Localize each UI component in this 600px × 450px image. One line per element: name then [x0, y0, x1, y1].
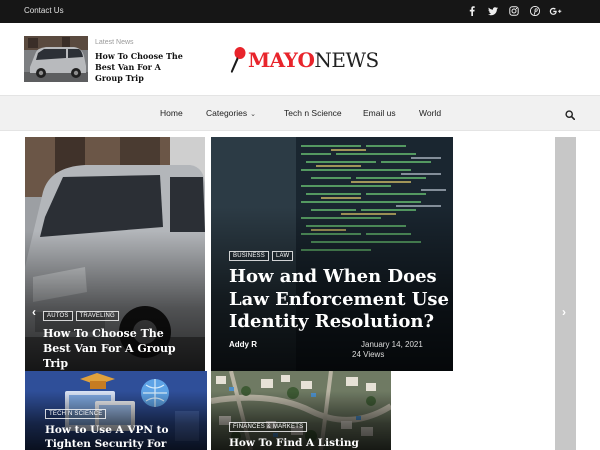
card-tags: BUSINESS LAW — [229, 251, 294, 261]
latest-news-headline[interactable]: How To Choose The Best Van For A Group T… — [95, 51, 190, 84]
nav-item-world[interactable]: World — [419, 108, 441, 118]
slider-prev-arrow[interactable]: ‹ — [32, 305, 36, 319]
site-logo[interactable]: MAYO NEWS — [228, 45, 379, 75]
tag-traveling[interactable]: TRAVELING — [75, 311, 119, 321]
tag-finances-and-markets[interactable]: FINANCES & MARKETS — [229, 422, 308, 432]
nav-item-home[interactable]: Home — [160, 108, 183, 118]
site-header: Latest News How To Choose The Best Van F… — [0, 23, 600, 95]
nav-item-email-us[interactable]: Email us — [363, 108, 396, 118]
contact-us-link[interactable]: Contact Us — [24, 6, 64, 15]
search-icon[interactable] — [565, 107, 576, 125]
latest-news-label: Latest News — [95, 39, 134, 46]
pinterest-icon[interactable] — [524, 4, 545, 18]
latest-news-thumbnail[interactable] — [24, 36, 88, 82]
nav-item-categories[interactable]: Categories ⌄ — [206, 108, 256, 118]
featured-card-listing[interactable]: FINANCES & MARKETS How To Find A Listing — [211, 371, 391, 450]
card-date: January 14, 2021 — [361, 340, 423, 349]
tag-autos[interactable]: AUTOS — [43, 311, 73, 321]
card-title[interactable]: How To Choose The Best Van For A Group T… — [43, 326, 193, 371]
google-plus-icon[interactable] — [545, 4, 566, 18]
microphone-icon — [230, 47, 246, 73]
card-title[interactable]: How To Find A Listing — [229, 437, 379, 450]
card-title[interactable]: How and When Does Law Enforcement Use Id… — [229, 266, 449, 334]
card-tags: TECH N SCIENCE — [45, 409, 107, 419]
nav-item-categories-label: Categories — [206, 108, 248, 118]
logo-suffix-text: NEWS — [314, 48, 379, 72]
card-views: 24 Views — [352, 350, 385, 359]
card-tags: FINANCES & MARKETS — [229, 422, 308, 432]
tag-tech-n-science[interactable]: TECH N SCIENCE — [45, 409, 107, 419]
card-author[interactable]: Addy R — [229, 340, 257, 349]
main-navigation: Home Categories ⌄ Tech n Science Email us… — [0, 95, 600, 131]
tag-law[interactable]: LAW — [271, 251, 294, 261]
nav-item-tech-n-science[interactable]: Tech n Science — [284, 108, 342, 118]
card-title[interactable]: How to Use A VPN to Tighten Security For — [45, 424, 195, 450]
tag-business[interactable]: BUSINESS — [229, 251, 269, 261]
facebook-icon[interactable] — [461, 4, 482, 18]
featured-slider: AUTOS TRAVELING How To Choose The Best V… — [0, 131, 600, 450]
featured-card-vpn[interactable]: TECH N SCIENCE How to Use A VPN to Tight… — [25, 371, 207, 450]
featured-card-identity-resolution[interactable]: BUSINESS LAW How and When Does Law Enfor… — [211, 137, 453, 371]
next-slide-panel[interactable] — [555, 137, 576, 450]
instagram-icon[interactable] — [503, 4, 524, 18]
chevron-down-icon: ⌄ — [250, 111, 256, 118]
card-tags: AUTOS TRAVELING — [43, 311, 119, 321]
latest-news-widget[interactable]: Latest News How To Choose The Best Van F… — [24, 36, 194, 84]
slider-next-arrow[interactable]: › — [562, 305, 566, 319]
top-bar: Contact Us — [0, 0, 600, 23]
twitter-icon[interactable] — [482, 4, 503, 18]
featured-card-van[interactable]: AUTOS TRAVELING How To Choose The Best V… — [25, 137, 205, 371]
logo-brand-text: MAYO — [248, 48, 315, 72]
social-links — [461, 4, 566, 18]
